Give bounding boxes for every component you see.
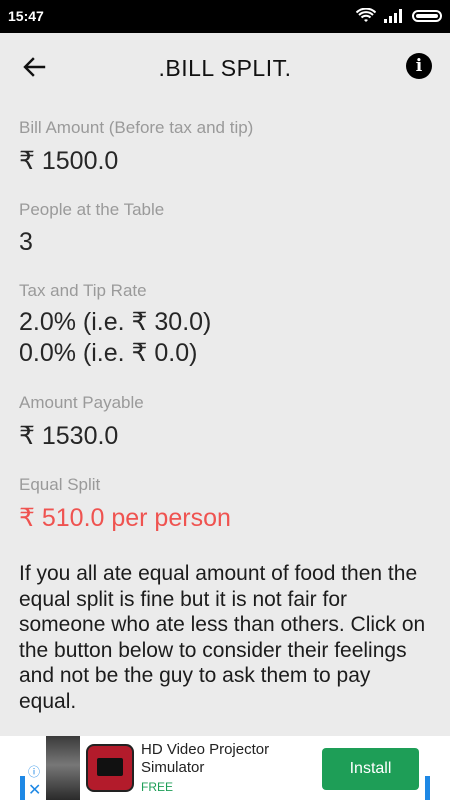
tax-rate-value: 2.0% (i.e. ₹ 30.0) 0.0% (i.e. ₹ 0.0) [19, 307, 431, 369]
equal-split-label: Equal Split [19, 475, 101, 494]
page-title: .BILL SPLIT. [158, 55, 292, 81]
status-icons [356, 8, 442, 24]
bill-amount-label: Bill Amount (Before tax and tip) [19, 118, 254, 137]
equal-split-value: ₹ 510.0 per person [19, 504, 231, 532]
ad-title[interactable]: HD Video Projector Simulator [141, 741, 311, 777]
toolbar: .BILL SPLIT. i [0, 33, 450, 101]
status-time: 15:47 [8, 8, 44, 24]
install-button[interactable]: Install [322, 748, 419, 790]
bill-details: Bill Amount (Before tax and tip) ₹ 1500.… [19, 118, 431, 714]
info-icon[interactable]: i [406, 53, 432, 79]
ad-app-icon [86, 744, 134, 792]
ad-price: FREE [141, 780, 174, 794]
tax-line: 2.0% (i.e. ₹ 30.0) [19, 308, 212, 336]
amount-payable-field: Amount Payable ₹ 1530.0 [19, 393, 431, 451]
tip-line: 0.0% (i.e. ₹ 0.0) [19, 339, 198, 367]
tax-tip-label: Tax and Tip Rate [19, 281, 147, 300]
ad-banner[interactable]: ⓘ ✕ HD Video Projector Simulator FREE In… [0, 736, 450, 800]
status-bar: 15:47 [0, 0, 450, 33]
tax-tip-field: Tax and Tip Rate 2.0% (i.e. ₹ 30.0) 0.0%… [19, 281, 431, 369]
equal-split-field: Equal Split ₹ 510.0 per person [19, 475, 431, 533]
bill-amount-value: ₹ 1500.0 [19, 147, 119, 175]
amount-payable-value: ₹ 1530.0 [19, 422, 119, 450]
ad-edge-right [425, 776, 430, 800]
bill-amount-field: Bill Amount (Before tax and tip) ₹ 1500.… [19, 118, 431, 176]
ad-edge-left [20, 776, 25, 800]
ad-thumbnail [46, 736, 80, 800]
adchoices-icon[interactable]: ⓘ [28, 763, 40, 780]
people-label: People at the Table [19, 200, 165, 219]
people-value: 3 [19, 228, 33, 256]
wifi-icon [356, 8, 376, 22]
signal-icon [384, 9, 402, 23]
amount-payable-label: Amount Payable [19, 393, 144, 412]
battery-icon [412, 10, 442, 22]
people-field: People at the Table 3 [19, 200, 431, 257]
ad-close-icon[interactable]: ✕ [28, 780, 41, 800]
fairness-description: If you all ate equal amount of food then… [19, 562, 426, 713]
